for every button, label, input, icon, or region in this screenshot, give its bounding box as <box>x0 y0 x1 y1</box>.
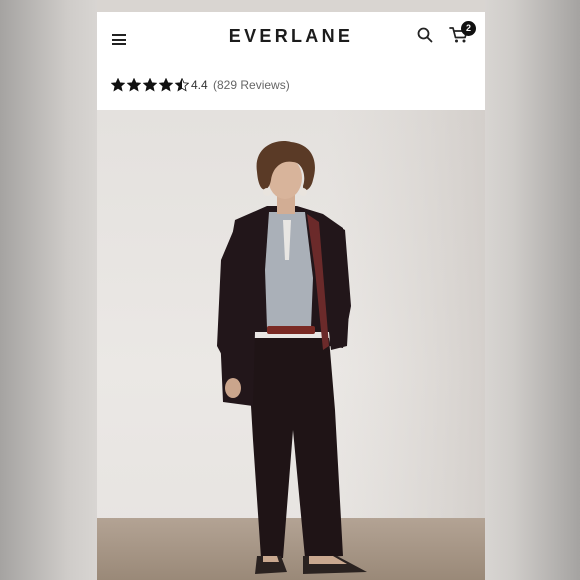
star-full-icon <box>143 78 157 92</box>
floor <box>97 518 485 580</box>
rating-row: 4.4 (829 Reviews) <box>97 62 485 110</box>
product-image <box>97 110 485 580</box>
wall-shadow <box>327 110 485 518</box>
search-icon[interactable] <box>417 27 433 43</box>
star-full-icon <box>127 78 141 92</box>
star-full-icon <box>111 78 125 92</box>
star-half-icon <box>175 78 189 92</box>
right-backdrop <box>485 0 580 580</box>
belt <box>267 326 315 334</box>
cart-count-badge: 2 <box>461 21 476 36</box>
left-backdrop <box>0 0 97 580</box>
status-strip <box>97 0 485 12</box>
rating-value: 4.4 <box>191 78 208 92</box>
star-full-icon <box>159 78 173 92</box>
model-illustration <box>97 110 485 580</box>
review-count-link[interactable]: (829 Reviews) <box>213 78 290 92</box>
site-header: EVERLANE 2 <box>97 12 485 62</box>
product-page: EVERLANE 2 4.4 (829 Reviews) <box>97 0 485 580</box>
